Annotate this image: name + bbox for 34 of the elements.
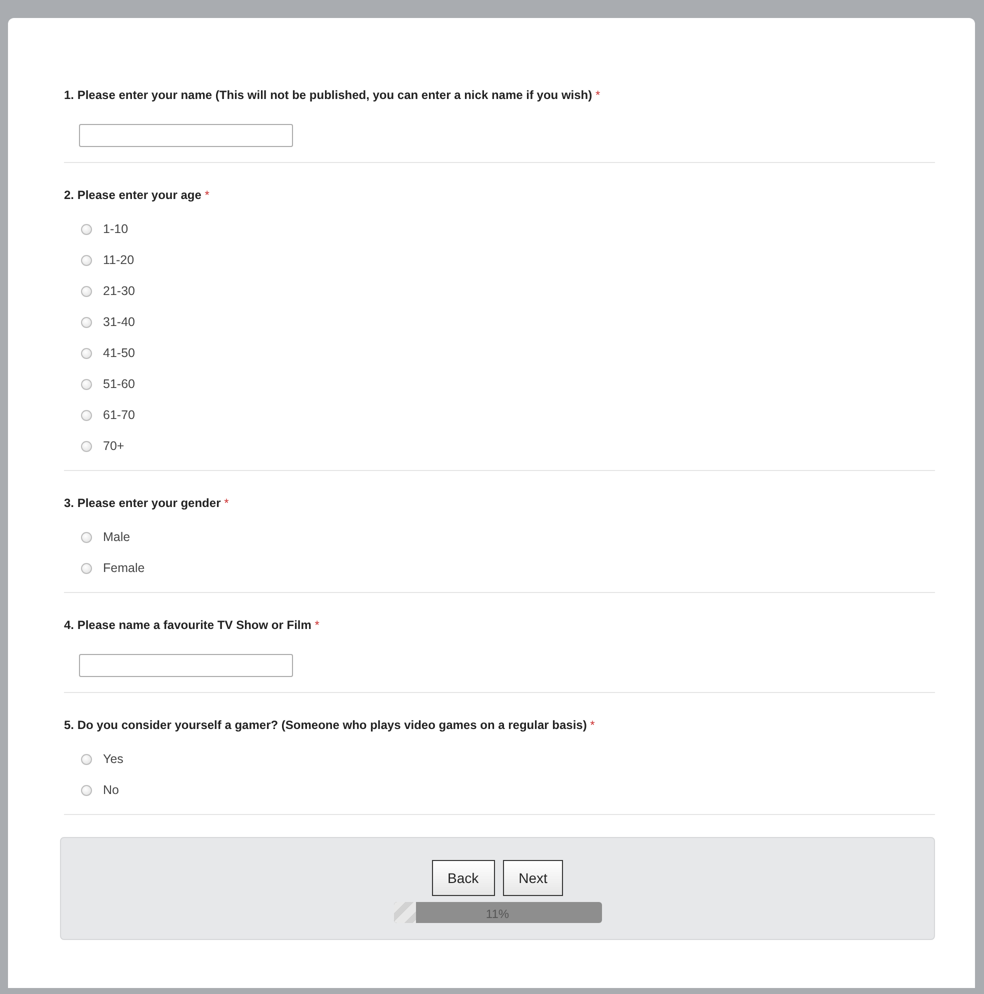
option-label[interactable]: 1-10 [103, 220, 128, 238]
progress-reading: 11% [486, 906, 510, 923]
radio-button[interactable] [81, 254, 92, 266]
option-label[interactable]: 31-40 [103, 312, 135, 332]
radio-button[interactable] [81, 224, 92, 234]
radio-button[interactable] [81, 562, 92, 574]
radio-button[interactable] [81, 348, 92, 358]
option-label[interactable]: Female [103, 558, 145, 578]
option-label[interactable]: Male [103, 528, 130, 546]
next-button[interactable]: Next [502, 860, 564, 896]
radio-button[interactable] [81, 754, 92, 764]
option-label[interactable]: 41-50 [103, 344, 135, 362]
input-field[interactable] [79, 654, 293, 677]
input-field[interactable] [79, 124, 293, 147]
radio-button[interactable] [81, 784, 92, 796]
question-title: 1. Please enter your name (This will not be published, you can enter a nick name if you wish) * [64, 88, 602, 102]
radio-button[interactable] [81, 410, 92, 420]
question-title: 2. Please enter your age * [64, 188, 210, 202]
option-label[interactable]: 70+ [103, 436, 124, 456]
option-label[interactable]: 11-20 [103, 250, 134, 270]
radio-button[interactable] [81, 532, 92, 542]
back-button[interactable]: Back [432, 860, 495, 896]
option-label[interactable]: 51-60 [103, 374, 135, 394]
radio-button[interactable] [81, 378, 92, 390]
radio-button[interactable] [81, 440, 92, 452]
option-label[interactable]: 21-30 [103, 282, 135, 300]
question-title: 4. Please name a favourite TV Show or Film * [64, 618, 320, 632]
option-label[interactable]: 61-70 [103, 406, 135, 424]
radio-button[interactable] [81, 286, 92, 296]
question-title: 5. Do you consider yourself a gamer? (Someone who plays video games on a regular basis) * [64, 718, 596, 732]
option-label[interactable]: Yes [103, 750, 124, 768]
radio-button[interactable] [81, 316, 92, 328]
option-label[interactable]: No [103, 780, 119, 800]
question-title: 3. Please enter your gender * [64, 496, 230, 510]
